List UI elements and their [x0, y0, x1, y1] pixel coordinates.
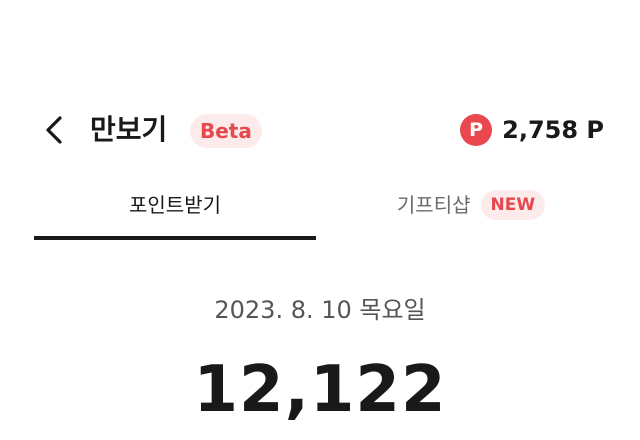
point-value: 2,758 P: [502, 116, 604, 144]
header: 만보기 Beta P 2,758 P: [0, 104, 640, 156]
pedometer-screen: 만보기 Beta P 2,758 P 포인트받기 기프티샵 NEW 2023. …: [0, 0, 640, 440]
new-badge: NEW: [480, 190, 546, 220]
tab-bar: 포인트받기 기프티샵 NEW: [0, 184, 640, 240]
tab-label: 기프티샵: [396, 193, 471, 217]
page-title: 만보기: [90, 113, 168, 146]
tab-get-points[interactable]: 포인트받기: [34, 184, 316, 240]
point-balance[interactable]: P 2,758 P: [460, 112, 604, 148]
back-button[interactable]: [36, 112, 72, 148]
tab-gift-shop[interactable]: 기프티샵 NEW: [330, 184, 612, 240]
active-tab-indicator: [34, 236, 316, 240]
point-icon: P: [460, 114, 493, 146]
step-count: 12,122: [193, 353, 447, 427]
beta-badge: Beta: [190, 114, 262, 148]
chevron-left-icon: [46, 116, 62, 144]
date-label: 2023. 8. 10 목요일: [214, 296, 426, 324]
tab-label: 포인트받기: [129, 193, 221, 217]
